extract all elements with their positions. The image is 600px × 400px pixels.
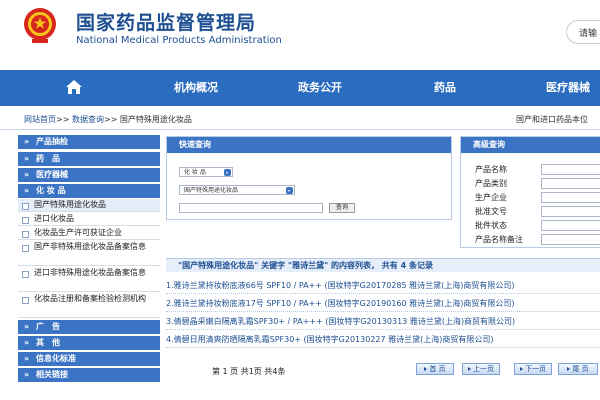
sidebar-head-ads[interactable]: 广 告 [18, 320, 160, 334]
sidebar-item-imported[interactable]: 进口化妆品 [18, 213, 160, 226]
last-page-label: 尾 页 [572, 365, 589, 373]
chevron-down-icon [286, 187, 293, 194]
main-nav: 机构概况 政务公开 药品 医疗器械 [0, 70, 600, 106]
sidebar-head-sampling[interactable]: 产品抽检 [18, 135, 160, 149]
nav-item-devices[interactable]: 医疗器械 [546, 70, 590, 106]
result-link[interactable]: 3.倩碧晶采嫩白隔离乳霜SPF30+ / PA+++ (国妆特字G2013031… [166, 314, 600, 330]
breadcrumb: 网站首页>> 数据查询>> 国产特殊用途化妆品 国产和进口药品本位 [0, 106, 600, 130]
sidebar-item-testing-institutions[interactable]: 化妆品注册和备案检验检测机构 [18, 293, 160, 318]
sidebar-head-drugs[interactable]: 药 品 [18, 152, 160, 166]
product-category-field[interactable] [541, 178, 600, 189]
adv-field-label: 产品名称 [475, 165, 507, 174]
prev-page-label: 上一页 [473, 365, 494, 373]
national-emblem-icon [24, 8, 56, 43]
breadcrumb-sep: >> [103, 115, 118, 124]
play-icon [468, 367, 471, 371]
sidebar-head-devices[interactable]: 医疗器械 [18, 168, 160, 182]
login-button[interactable]: 请输 [566, 20, 600, 44]
last-page-button[interactable]: 尾 页 [558, 363, 598, 375]
adv-field-row: 批件状态 [475, 219, 600, 232]
adv-field-label: 批准文号 [475, 207, 507, 216]
pagination-info: 第 1 页 共1页 共4条 [212, 367, 286, 376]
breadcrumb-sep: >> [56, 115, 70, 124]
adv-field-row: 批准文号 [475, 205, 600, 218]
sidebar-head-links[interactable]: 相关链接 [18, 368, 160, 382]
play-icon [424, 367, 428, 371]
breadcrumb-query-link[interactable]: 数据查询 [72, 115, 104, 124]
quick-search-button[interactable]: 查询 [329, 203, 355, 213]
divider [0, 129, 600, 130]
adv-field-label: 批件状态 [475, 221, 507, 230]
product-name-field[interactable] [541, 164, 600, 175]
category-select[interactable]: 化 妆 品 [179, 167, 233, 177]
quick-search-panel: 快速查询 化 妆 品 国产特殊用途化妆品 查询 [166, 136, 452, 220]
result-link[interactable]: 2.雅诗兰黛持妆粉底液17号 SPF10 / PA++ (国妆特字G201901… [166, 296, 600, 312]
sidebar-item-imported-nonspecial[interactable]: 进口非特殊用途化妆品备案信息 [18, 267, 160, 292]
nav-item-drugs[interactable]: 药品 [434, 70, 456, 106]
nav-item-org[interactable]: 机构概况 [174, 70, 218, 106]
result-link[interactable]: 1.雅诗兰黛持妆粉底液66号 SPF10 / PA++ (国妆特字G201702… [166, 278, 600, 294]
approval-status-field[interactable] [541, 220, 600, 231]
breadcrumb-current: 国产特殊用途化妆品 [119, 115, 192, 124]
breadcrumb-home-link[interactable]: 网站首页 [24, 115, 56, 124]
play-icon [520, 367, 523, 371]
database-select-value: 国产特殊用途化妆品 [184, 187, 239, 194]
adv-field-row: 产品名称 [475, 163, 600, 176]
database-select[interactable]: 国产特殊用途化妆品 [179, 185, 295, 195]
nav-item-gov[interactable]: 政务公开 [298, 70, 342, 106]
first-page-button[interactable]: 首 页 [416, 363, 454, 375]
site-subtitle: National Medical Products Administration [76, 35, 282, 46]
advanced-search-panel: 高级查询 产品名称 产品类别 生产企业 批准文号 批件状态 产品名称备注 [460, 136, 600, 248]
sidebar: 产品抽检 药 品 医疗器械 化 妆 品 国产特殊用途化妆品 进口化妆品 化妆品生… [18, 135, 160, 400]
approval-number-field[interactable] [541, 206, 600, 217]
sidebar-item-licensed-enterprises[interactable]: 化妆品生产许可获证企业 [18, 227, 160, 240]
advanced-search-title: 高级查询 [461, 137, 600, 153]
result-link[interactable]: 4.倩碧日用清爽防晒隔离乳霜SPF30+ (国妆特字G20130227 雅诗兰黛… [166, 332, 600, 348]
adv-field-row: 产品名称备注 [475, 233, 600, 246]
breadcrumb-right-text: 国产和进口药品本位 [516, 115, 588, 124]
site-header: 国家药品监督管理局 National Medical Products Admi… [0, 0, 600, 70]
prev-page-button[interactable]: 上一页 [462, 363, 500, 375]
next-page-label: 下一页 [525, 365, 546, 373]
nav-home[interactable] [62, 70, 86, 106]
adv-field-label: 产品名称备注 [475, 235, 523, 244]
next-page-button[interactable]: 下一页 [514, 363, 552, 375]
sidebar-item-domestic-special[interactable]: 国产特殊用途化妆品 [18, 199, 160, 212]
quick-search-title: 快速查询 [167, 137, 451, 153]
play-icon [567, 367, 571, 371]
adv-field-row: 产品类别 [475, 177, 600, 190]
category-select-value: 化 妆 品 [184, 169, 206, 176]
quick-search-input[interactable] [179, 203, 323, 213]
product-name-note-field[interactable] [541, 234, 600, 245]
sidebar-head-cosmetics[interactable]: 化 妆 品 [18, 184, 160, 198]
results-summary: "国产特殊用途化妆品" 关键字 "雅诗兰黛" 的内容列表， 共有 4 条记录 [166, 258, 600, 272]
chevron-down-icon [224, 169, 231, 176]
sidebar-head-other[interactable]: 其 他 [18, 336, 160, 350]
sidebar-head-it-standards[interactable]: 信息化标准 [18, 352, 160, 366]
adv-field-label: 生产企业 [475, 193, 507, 202]
sidebar-item-domestic-nonspecial[interactable]: 国产非特殊用途化妆品备案信息 [18, 241, 160, 266]
adv-field-row: 生产企业 [475, 191, 600, 204]
site-title: 国家药品监督管理局 [76, 12, 257, 34]
first-page-label: 首 页 [429, 365, 446, 373]
home-icon [66, 80, 82, 94]
manufacturer-field[interactable] [541, 192, 600, 203]
adv-field-label: 产品类别 [475, 179, 507, 188]
